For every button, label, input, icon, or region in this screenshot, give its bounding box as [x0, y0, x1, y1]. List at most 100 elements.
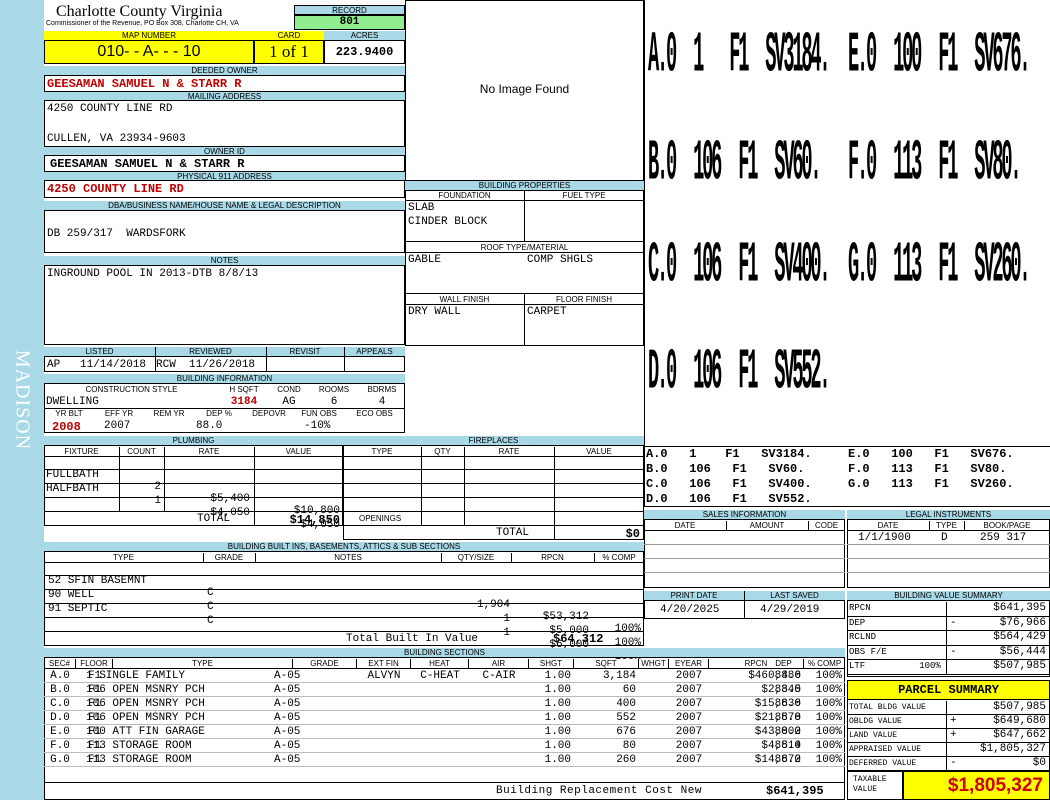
table-row: 91 SEPTIC C 1 $6,000 100% [44, 591, 644, 663]
section-sqft: 80 [622, 740, 636, 752]
section-dep: 88.0 [774, 670, 801, 682]
legal-date: 1/1/1900 [858, 532, 911, 544]
legal-col-date: DATE [877, 521, 899, 530]
table-row: C.0 F1 106 OPEN MSNRY PCH A-05 1.00 400 2007 $1… [44, 697, 845, 711]
section-col-sqft: SQFT [574, 659, 639, 669]
divider [847, 530, 1050, 531]
section-grade: A-05 [274, 726, 301, 738]
construction-style-label: CONSTRUCTION STYLE [85, 385, 178, 394]
fireplace-total-label: TOTAL [496, 527, 530, 539]
divider [464, 447, 465, 525]
section-eyear: 2007 [675, 754, 703, 766]
builtin-col-comp: % COMP [602, 553, 636, 562]
table-row: G.0 F1 113 STORAGE ROOM A-05 1.00 260 2007 $14,… [44, 753, 845, 767]
section-col-floor: FLOOR [76, 659, 113, 669]
builtin-grade: C [207, 615, 214, 627]
sketch-label-b: B.0 106 F1 SV60. [648, 132, 822, 198]
section-sec: C.0 [50, 698, 70, 710]
dep-pct-label: DEP % [206, 409, 232, 418]
section-ext-fin: ALVYN [367, 670, 401, 682]
card-number: 1 of 1 [254, 40, 324, 64]
print-date: 4/20/2025 [660, 604, 720, 616]
summary-label: DEFERRED VALUE [849, 759, 917, 768]
building-sections-title: BUILDING SECTIONS [44, 648, 845, 658]
divider [946, 715, 947, 729]
sketch-legend-g: G.0 113 F1 SV260. [848, 477, 1014, 491]
section-col-heat: HEAT [411, 659, 469, 669]
building-value-summary-title: BUILDING VALUE SUMMARY [847, 591, 1050, 601]
divider [343, 525, 644, 526]
foundation-label: FOUNDATION [438, 191, 491, 200]
table-row: OBS F/E - $56,444 [847, 645, 1050, 661]
sketch-legend-b: B.0 106 F1 SV60. [646, 462, 805, 476]
sales-col-date: DATE [674, 521, 696, 530]
bedrooms: 4 [378, 396, 386, 408]
built-in-total: $64,312 [553, 632, 604, 646]
section-dep: 88.0 [774, 754, 801, 766]
last-saved-label: LAST SAVED [744, 591, 845, 601]
section-col-sec: SEC# [44, 659, 76, 669]
rem-yr-label: REM YR [153, 409, 185, 418]
divider [44, 782, 845, 783]
divider [266, 347, 267, 372]
sketch-label-g: G.0 113 F1 SV260. [848, 234, 1031, 300]
condition: AG [282, 396, 296, 408]
table-row: 90 WELL C 1 $5,000 100% [44, 577, 644, 649]
builtin-rpcn: $53,312 [542, 611, 589, 623]
openings-label: OPENINGS [359, 514, 402, 523]
eff-yr-label: EFF YR [104, 409, 134, 418]
section-grade: A-05 [274, 712, 301, 724]
section-col-comp: % COMP [807, 659, 842, 668]
divider [524, 293, 525, 346]
yr-blt-label: YR BLT [55, 409, 83, 418]
legal-type: D [941, 532, 948, 544]
replacement-cost: $641,395 [766, 784, 824, 798]
section-dep: 88.0 [774, 740, 801, 752]
mailing-address-line1: 4250 COUNTY LINE RD [47, 103, 173, 115]
plumbing-col-fixture: FIXTURE [64, 447, 99, 456]
bvs-value: $507,985 [993, 660, 1046, 673]
table-row: 52 SFIN BASEMNT C 1,904 $53,312 100% [44, 563, 644, 635]
section-comp: 100% [815, 726, 842, 738]
map-number-label: MAP NUMBER [44, 31, 254, 40]
section-comp: 100% [815, 740, 842, 752]
divider [726, 521, 727, 530]
section-dep: 88.0 [774, 726, 801, 738]
section-comp: 100% [815, 684, 842, 696]
fireplace-col-rate: RATE [498, 447, 520, 456]
section-shgt: 1.00 [544, 670, 571, 682]
divider [644, 544, 845, 545]
plumbing-col-rate: RATE [198, 447, 220, 456]
divider [644, 530, 845, 531]
table-row: F.0 F1 113 STORAGE ROOM A-05 1.00 80 2007 $4,51… [44, 739, 845, 753]
sketch-legend-c: C.0 106 F1 SV400. [646, 477, 812, 491]
divider [441, 553, 442, 563]
owner-id: GEESAMAN SAMUEL N & STARR R [50, 157, 245, 171]
sketch-label-a: A.0 1 F1 SV3184. [648, 24, 831, 90]
section-sec: F.0 [50, 740, 70, 752]
taxable-value: $1,805,327 [903, 771, 1050, 800]
effective-year: 2007 [104, 420, 131, 432]
section-heat: C-HEAT [420, 670, 460, 682]
section-eyear: 2007 [675, 698, 703, 710]
builtin-type: 91 SEPTIC [48, 603, 108, 615]
legal-book-page: 259 317 [980, 532, 1027, 544]
physical-address-label: PHYSICAL 911 ADDRESS [44, 171, 405, 181]
section-sec: G.0 [50, 754, 70, 766]
mailing-address-label: MAILING ADDRESS [44, 91, 405, 101]
record-label: RECORD [294, 5, 405, 15]
divider [405, 241, 644, 242]
divider [644, 572, 845, 573]
rooms-label: ROOMS [318, 385, 350, 394]
plumbing-col-count: COUNT [127, 447, 156, 456]
section-eyear: 2007 [675, 712, 703, 724]
summary-label: LAND VALUE [849, 731, 898, 740]
building-properties-title: BUILDING PROPERTIES [405, 181, 644, 191]
section-grade: A-05 [274, 684, 301, 696]
heated-sqft: 3184 [230, 396, 258, 408]
hsqft-label: H SQFT [229, 385, 259, 394]
builtin-col-qty: QTY/SIZE [457, 553, 495, 562]
section-eyear: 2007 [675, 684, 703, 696]
plumbing-count: 1 [154, 495, 161, 507]
section-sqft: 3,184 [602, 670, 636, 682]
